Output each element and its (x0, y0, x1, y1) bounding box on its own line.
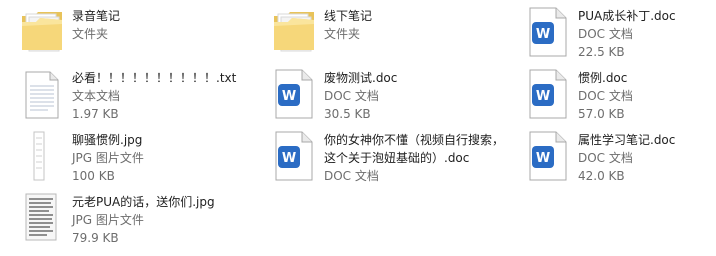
svg-text:W: W (282, 89, 296, 104)
file-type: 文件夹 (72, 27, 109, 41)
file-type: DOC 文档 (578, 89, 633, 103)
word-doc-icon: W (272, 68, 316, 120)
file-tile-folder-recording-notes[interactable]: 录音笔记 文件夹 (20, 6, 250, 62)
file-type: DOC 文档 (578, 151, 633, 165)
svg-text:W: W (282, 151, 296, 166)
file-size: 22.5 KB (578, 45, 625, 59)
folder-icon (20, 6, 64, 58)
file-tile-label: 废物测试.doc DOC 文档 30.5 KB (324, 69, 502, 123)
file-size: 42.0 KB (578, 169, 625, 183)
file-tile-doc-waste-test[interactable]: W 废物测试.doc DOC 文档 30.5 KB (272, 68, 502, 124)
svg-text:W: W (536, 151, 550, 166)
svg-text:W: W (536, 89, 550, 104)
file-name: 元老PUA的话，送你们.jpg (72, 195, 215, 209)
file-explorer-tiles-view: 录音笔记 文件夹 线下笔记 文件夹 W PUA成长补丁.doc DOC 文档 2… (0, 0, 716, 256)
jpg-thumbnail-icon (20, 130, 64, 182)
file-type: JPG 图片文件 (72, 213, 144, 227)
file-tile-txt-must-read[interactable]: 必看！！！！！！！！！！.txt 文本文档 1.97 KB (20, 68, 250, 124)
file-tile-folder-offline-notes[interactable]: 线下笔记 文件夹 (272, 6, 502, 62)
file-tile-jpg-chat-routine[interactable]: 聊骚惯例.jpg JPG 图片文件 100 KB (20, 130, 250, 186)
file-tile-label: 元老PUA的话，送你们.jpg JPG 图片文件 79.9 KB (72, 193, 250, 247)
word-doc-icon: W (526, 130, 570, 182)
word-doc-icon: W (526, 6, 570, 58)
file-tile-jpg-elder-words[interactable]: 元老PUA的话，送你们.jpg JPG 图片文件 79.9 KB (20, 192, 250, 248)
jpg-thumbnail-icon (20, 192, 64, 244)
file-name: 废物测试.doc (324, 71, 398, 85)
file-type: DOC 文档 (324, 89, 379, 103)
file-size: 1.97 KB (72, 107, 119, 121)
file-type: 文件夹 (324, 27, 361, 41)
file-tile-label: 聊骚惯例.jpg JPG 图片文件 100 KB (72, 131, 250, 185)
file-tile-doc-pua-growth[interactable]: W PUA成长补丁.doc DOC 文档 22.5 KB (526, 6, 716, 62)
file-type: DOC 文档 (578, 27, 633, 41)
folder-icon (272, 6, 316, 58)
file-type: DOC 文档 (324, 169, 379, 183)
file-name: 录音笔记 (72, 9, 121, 23)
file-tile-label: 线下笔记 文件夹 (324, 7, 502, 43)
file-tile-label: 属性学习笔记.doc DOC 文档 42.0 KB (578, 131, 716, 185)
file-tile-label: PUA成长补丁.doc DOC 文档 22.5 KB (578, 7, 716, 61)
file-tile-doc-attribute-notes[interactable]: W 属性学习笔记.doc DOC 文档 42.0 KB (526, 130, 716, 186)
file-name: 你的女神你不懂（视频自行搜索，这个关于泡妞基础的）.doc (324, 133, 505, 165)
file-name: 线下笔记 (324, 9, 373, 23)
word-doc-icon: W (272, 130, 316, 182)
file-size: 79.9 KB (72, 231, 119, 245)
file-type: JPG 图片文件 (72, 151, 144, 165)
file-tile-label: 必看！！！！！！！！！！.txt 文本文档 1.97 KB (72, 69, 250, 123)
file-size: 100 KB (72, 169, 115, 183)
file-name: 惯例.doc (578, 71, 628, 85)
word-doc-icon: W (526, 68, 570, 120)
file-size: 57.0 KB (578, 107, 625, 121)
file-type: 文本文档 (72, 89, 121, 103)
text-file-icon (20, 68, 64, 120)
file-tile-doc-routine[interactable]: W 惯例.doc DOC 文档 57.0 KB (526, 68, 716, 124)
svg-text:W: W (536, 27, 550, 42)
file-tile-doc-goddess[interactable]: W 你的女神你不懂（视频自行搜索，这个关于泡妞基础的）.doc DOC 文档 (272, 130, 512, 186)
file-name: 必看！！！！！！！！！！.txt (72, 71, 237, 85)
file-name: 属性学习笔记.doc (578, 133, 676, 147)
file-tile-label: 惯例.doc DOC 文档 57.0 KB (578, 69, 716, 123)
file-tile-label: 你的女神你不懂（视频自行搜索，这个关于泡妞基础的）.doc DOC 文档 (324, 131, 512, 185)
file-name: PUA成长补丁.doc (578, 9, 676, 23)
file-size: 30.5 KB (324, 107, 371, 121)
file-name: 聊骚惯例.jpg (72, 133, 143, 147)
file-tile-label: 录音笔记 文件夹 (72, 7, 250, 43)
